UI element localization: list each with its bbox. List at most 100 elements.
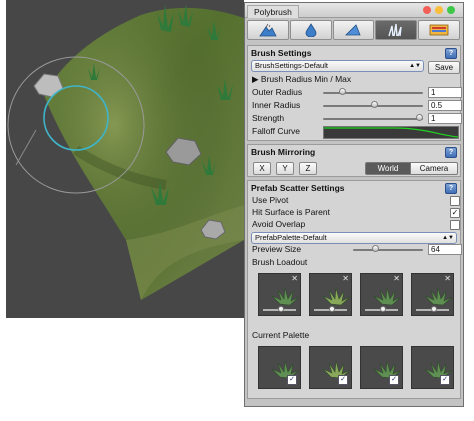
palette-thumbnail[interactable]: ✓ bbox=[411, 346, 454, 389]
save-button[interactable]: Save bbox=[428, 61, 460, 74]
outer-radius-field[interactable]: 1 bbox=[428, 87, 462, 98]
checkmark-icon: ✓ bbox=[451, 208, 459, 217]
weight-knob[interactable] bbox=[329, 306, 335, 312]
space-world-toggle[interactable]: World bbox=[365, 162, 411, 175]
loadout-thumbnail[interactable]: ✕ bbox=[411, 273, 454, 316]
inner-radius-knob[interactable] bbox=[371, 101, 379, 108]
loadout-thumbnail[interactable]: ✕ bbox=[360, 273, 403, 316]
triangle-icon bbox=[345, 24, 362, 36]
remove-icon[interactable]: ✕ bbox=[393, 274, 400, 283]
mountain-icon bbox=[259, 23, 277, 37]
raise-lower-mode-button[interactable] bbox=[247, 20, 289, 40]
polybrush-window: Polybrush Brush Settings ? BrushSettings… bbox=[244, 2, 464, 407]
brush-mirroring-header: Brush Mirroring bbox=[251, 147, 316, 157]
loadout-thumbnail[interactable]: ✕ bbox=[309, 273, 352, 316]
falloff-curve-label: Falloff Curve bbox=[252, 126, 301, 136]
inner-radius-field[interactable]: 0.5 bbox=[428, 100, 462, 111]
brush-settings-help-icon[interactable]: ? bbox=[445, 48, 457, 59]
smooth-mode-button[interactable] bbox=[289, 20, 332, 40]
strength-slider[interactable] bbox=[323, 114, 423, 121]
include-checkbox[interactable]: ✓ bbox=[287, 375, 297, 385]
use-pivot-checkbox[interactable] bbox=[450, 196, 460, 206]
grass-icon bbox=[388, 23, 402, 37]
prefab-scatter-section: Prefab Scatter Settings ? Use Pivot Hit … bbox=[247, 180, 462, 399]
outer-radius-slider[interactable] bbox=[323, 88, 423, 95]
strength-knob[interactable] bbox=[416, 114, 423, 121]
use-pivot-label: Use Pivot bbox=[252, 195, 289, 205]
hit-surface-label: Hit Surface is Parent bbox=[252, 207, 330, 217]
remove-icon[interactable]: ✕ bbox=[291, 274, 298, 283]
strength-field[interactable]: 1 bbox=[428, 113, 462, 124]
prefab-palette-value: PrefabPalette-Default bbox=[255, 233, 327, 242]
window-titlebar: Polybrush bbox=[245, 3, 463, 18]
checkmark-icon: ✓ bbox=[340, 376, 346, 383]
foldout-arrow-icon: ▶ bbox=[252, 74, 259, 84]
brush-loadout-label: Brush Loadout bbox=[252, 257, 308, 267]
brush-settings-header: Brush Settings bbox=[251, 48, 312, 58]
current-palette-label: Current Palette bbox=[252, 330, 310, 340]
mirror-z-button[interactable]: Z bbox=[299, 162, 317, 175]
falloff-curve-field[interactable] bbox=[323, 126, 459, 139]
terrain-mesh bbox=[44, 7, 244, 301]
include-checkbox[interactable]: ✓ bbox=[440, 375, 450, 385]
preview-size-label: Preview Size bbox=[252, 244, 302, 254]
weight-slider[interactable] bbox=[416, 306, 449, 312]
texture-paint-mode-button[interactable] bbox=[332, 20, 375, 40]
loadout-thumbnail[interactable]: ✕ bbox=[258, 273, 301, 316]
scatter-mode-button[interactable] bbox=[375, 20, 418, 40]
palette-thumbnail[interactable]: ✓ bbox=[258, 346, 301, 389]
include-checkbox[interactable]: ✓ bbox=[389, 375, 399, 385]
chevron-updown-icon: ▲▼ bbox=[409, 63, 421, 69]
texture-icon bbox=[429, 24, 449, 36]
brush-settings-section: Brush Settings ? BrushSettings-Default ▲… bbox=[247, 45, 462, 141]
brush-mirroring-help-icon[interactable]: ? bbox=[445, 147, 457, 158]
prefab-scatter-help-icon[interactable]: ? bbox=[445, 183, 457, 194]
palette-thumbnail[interactable]: ✓ bbox=[360, 346, 403, 389]
weight-slider[interactable] bbox=[365, 306, 398, 312]
inner-radius-slider[interactable] bbox=[323, 101, 423, 108]
window-title-tab[interactable]: Polybrush bbox=[247, 5, 299, 18]
remove-icon[interactable]: ✕ bbox=[444, 274, 451, 283]
space-camera-toggle[interactable]: Camera bbox=[410, 162, 458, 175]
brush-preset-value: BrushSettings-Default bbox=[255, 61, 328, 70]
avoid-overlap-label: Avoid Overlap bbox=[252, 219, 306, 229]
mirror-y-button[interactable]: Y bbox=[276, 162, 294, 175]
strength-label: Strength bbox=[252, 113, 285, 123]
include-checkbox[interactable]: ✓ bbox=[338, 375, 348, 385]
weight-knob[interactable] bbox=[431, 306, 437, 312]
minimize-window-icon[interactable] bbox=[435, 6, 443, 14]
weight-knob[interactable] bbox=[278, 306, 284, 312]
prefab-palette-dropdown[interactable]: PrefabPalette-Default ▲▼ bbox=[251, 232, 457, 244]
brush-radius-foldout-label: Brush Radius Min / Max bbox=[260, 74, 352, 84]
weight-knob[interactable] bbox=[380, 306, 386, 312]
texture-mode-button[interactable] bbox=[418, 20, 460, 40]
current-palette-grid: ✓ ✓ ✓ ✓ bbox=[258, 346, 454, 391]
close-window-icon[interactable] bbox=[423, 6, 431, 14]
preview-size-field[interactable]: 64 bbox=[428, 244, 462, 255]
avoid-overlap-checkbox[interactable] bbox=[450, 220, 460, 230]
maximize-window-icon[interactable] bbox=[447, 6, 455, 14]
brush-mirroring-section: Brush Mirroring ? X Y Z World Camera bbox=[247, 144, 461, 177]
brush-radius-foldout[interactable]: ▶ Brush Radius Min / Max bbox=[252, 74, 351, 85]
preview-size-knob[interactable] bbox=[371, 245, 379, 252]
scene-view[interactable] bbox=[6, 0, 244, 318]
droplet-icon bbox=[305, 23, 317, 37]
brush-preset-dropdown[interactable]: BrushSettings-Default ▲▼ bbox=[251, 60, 424, 72]
chevron-updown-icon: ▲▼ bbox=[442, 235, 454, 241]
inner-radius-label: Inner Radius bbox=[252, 100, 301, 110]
checkmark-icon: ✓ bbox=[442, 376, 448, 383]
remove-icon[interactable]: ✕ bbox=[342, 274, 349, 283]
outer-radius-label: Outer Radius bbox=[252, 87, 303, 97]
mode-toolbar bbox=[247, 20, 461, 42]
palette-thumbnail[interactable]: ✓ bbox=[309, 346, 352, 389]
brush-loadout-grid: ✕ ✕ ✕ ✕ bbox=[258, 273, 454, 318]
mirror-x-button[interactable]: X bbox=[253, 162, 271, 175]
falloff-curve-graph bbox=[324, 127, 459, 138]
hit-surface-checkbox[interactable]: ✓ bbox=[450, 208, 460, 218]
outer-radius-knob[interactable] bbox=[338, 88, 346, 95]
weight-slider[interactable] bbox=[263, 306, 296, 312]
preview-size-slider[interactable] bbox=[353, 245, 423, 252]
weight-slider[interactable] bbox=[314, 306, 347, 312]
checkmark-icon: ✓ bbox=[391, 376, 397, 383]
prefab-scatter-header: Prefab Scatter Settings bbox=[251, 183, 345, 193]
